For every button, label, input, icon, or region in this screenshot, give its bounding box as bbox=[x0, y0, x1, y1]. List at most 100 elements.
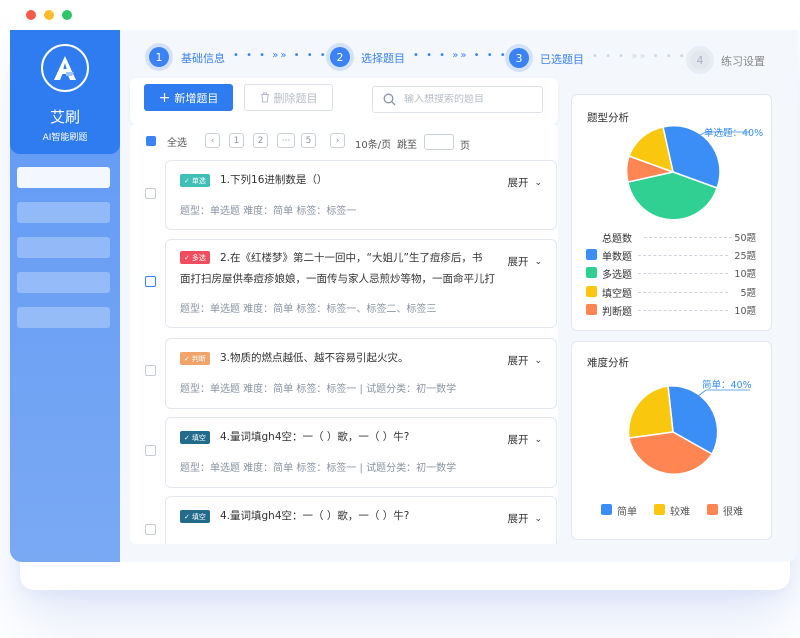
legend-value: 10题 bbox=[734, 269, 756, 280]
chevron-down-icon: ⌄ bbox=[534, 355, 542, 366]
maximize-window-dot[interactable] bbox=[62, 10, 72, 20]
expand-label: 展开 bbox=[507, 513, 529, 525]
expand-label: 展开 bbox=[507, 177, 529, 189]
minimize-window-dot[interactable] bbox=[44, 10, 54, 20]
expand-button[interactable]: 展开 ⌄ bbox=[507, 175, 542, 190]
tag-check-icon: ✓ bbox=[184, 433, 190, 442]
tag-label: 多选 bbox=[191, 253, 206, 262]
next-page-button[interactable]: › bbox=[330, 133, 345, 148]
question-title: 3.物质的燃点越低、越不容易引起火灾。 bbox=[220, 352, 409, 364]
legend-label: 多选题 bbox=[602, 270, 632, 281]
page-ellipsis-button[interactable]: ··· bbox=[277, 133, 295, 148]
tag-label: 填空 bbox=[191, 512, 206, 521]
question-2-checkbox[interactable] bbox=[145, 276, 156, 287]
legend-label: 填空题 bbox=[602, 289, 632, 300]
delete-question-button[interactable]: 删除题目 bbox=[244, 84, 333, 111]
type-callout-label: 单选题：40% bbox=[704, 128, 764, 139]
question-card-2[interactable]: ✓ 多选 2.在《红楼梦》第二十一回中，“大姐儿”生了痘疹后，书 面打扫房屋供奉痘… bbox=[165, 239, 557, 328]
search-input[interactable] bbox=[404, 94, 534, 105]
question-4-checkbox[interactable] bbox=[145, 445, 156, 456]
step-4-label[interactable]: 练习设置 bbox=[721, 53, 765, 69]
add-question-label: 新增题目 bbox=[174, 91, 219, 105]
pie-slice-hard bbox=[627, 385, 674, 439]
page-2-button[interactable]: 2 bbox=[253, 133, 268, 148]
question-type-tag: ✓ 多选 bbox=[180, 251, 210, 264]
type-total-row: 总题数 50题 bbox=[586, 230, 756, 245]
step-1-label[interactable]: 基础信息 bbox=[181, 50, 225, 66]
expand-button[interactable]: 展开 ⌄ bbox=[507, 353, 542, 368]
search-box bbox=[372, 86, 543, 113]
legend-value: 5题 bbox=[740, 288, 756, 299]
question-title-line-1: 2.在《红楼梦》第二十一回中，“大姐儿”生了痘疹后，书 bbox=[220, 252, 483, 264]
per-page-label[interactable]: 10条/页 bbox=[355, 136, 391, 151]
step-4-number[interactable]: 4 bbox=[690, 50, 710, 70]
question-card-3[interactable]: ✓ 判断 3.物质的燃点越低、越不容易引起火灾。 题型：单选题 难度：简单 标签：… bbox=[165, 338, 557, 409]
question-type-tag: ✓ 单选 bbox=[180, 174, 210, 187]
question-card-5[interactable]: ✓ 填空 4.量词填gh4空：一（ ）歌，一（ ）牛? 展开 ⌄ bbox=[165, 496, 557, 544]
step-connector-3: • • • »» • • • bbox=[592, 51, 687, 62]
legend-value: 10题 bbox=[734, 306, 756, 317]
legend-value: 25题 bbox=[734, 251, 756, 262]
question-card-1[interactable]: ✓ 单选 1.下列16进制数是（） 题型：单选题 难度：简单 标签：标签一 展开 ⌄ bbox=[165, 160, 557, 230]
expand-button[interactable]: 展开 ⌄ bbox=[507, 511, 542, 526]
prev-page-button[interactable]: ‹ bbox=[205, 133, 220, 148]
tag-label: 单选 bbox=[191, 176, 206, 185]
question-3-checkbox[interactable] bbox=[145, 365, 156, 376]
sidebar-item-3[interactable] bbox=[17, 237, 110, 258]
step-connector-1: • • • »» • • • bbox=[233, 50, 328, 61]
chevron-down-icon: ⌄ bbox=[534, 434, 542, 445]
dash-line bbox=[644, 237, 732, 238]
type-row-fill: 填空题 5题 bbox=[586, 285, 756, 300]
add-question-button[interactable]: + 新增题目 bbox=[144, 84, 233, 111]
page-1-button[interactable]: 1 bbox=[229, 133, 244, 148]
jump-page-input[interactable] bbox=[424, 134, 454, 150]
tag-check-icon: ✓ bbox=[184, 354, 190, 363]
difficulty-analysis-title: 难度分析 bbox=[587, 357, 629, 369]
sidebar-item-2[interactable] bbox=[17, 202, 110, 223]
type-row-judge: 判断题 10题 bbox=[586, 303, 756, 318]
page-5-button[interactable]: 5 bbox=[301, 133, 316, 148]
chevron-down-icon: ⌄ bbox=[534, 177, 542, 188]
step-3-number[interactable]: 3 bbox=[509, 48, 529, 68]
question-type-tag: ✓ 填空 bbox=[180, 510, 210, 523]
chevron-down-icon: ⌄ bbox=[534, 256, 542, 267]
step-3-label[interactable]: 已选题目 bbox=[540, 51, 584, 67]
sidebar-item-1[interactable] bbox=[17, 167, 110, 188]
delete-question-label: 删除题目 bbox=[273, 91, 318, 105]
step-2-label[interactable]: 选择题目 bbox=[361, 50, 405, 66]
sidebar-item-5[interactable] bbox=[17, 307, 110, 328]
question-1-checkbox[interactable] bbox=[145, 188, 156, 199]
question-title: 1.下列16进制数是（） bbox=[220, 174, 328, 186]
question-card-4[interactable]: ✓ 填空 4.量词填gh4空：一（ ）歌，一（ ）牛? 题型：单选题 难度：简单 … bbox=[165, 417, 557, 488]
step-2-number[interactable]: 2 bbox=[330, 47, 350, 67]
tag-label: 填空 bbox=[191, 433, 206, 442]
question-type-tag: ✓ 判断 bbox=[180, 352, 210, 365]
close-window-dot[interactable] bbox=[26, 10, 36, 20]
legend-label-easy: 简单 bbox=[617, 507, 637, 518]
tag-check-icon: ✓ bbox=[184, 176, 190, 185]
sidebar-brand: 艾刷 AI智能刷题 bbox=[10, 30, 120, 154]
expand-button[interactable]: 展开 ⌄ bbox=[507, 432, 542, 447]
expand-button[interactable]: 展开 ⌄ bbox=[507, 254, 542, 269]
legend-swatch bbox=[586, 267, 597, 278]
legend-label: 判断题 bbox=[602, 307, 632, 318]
type-row-single: 单数题 25题 bbox=[586, 248, 756, 263]
chevron-down-icon: ⌄ bbox=[534, 513, 542, 524]
legend-label-very-hard: 很难 bbox=[723, 507, 743, 518]
question-title: 4.量词填gh4空：一（ ）歌，一（ ）牛? bbox=[220, 510, 410, 522]
search-icon bbox=[383, 93, 396, 106]
chevron-left-icon: ‹ bbox=[210, 135, 215, 146]
dash-line bbox=[638, 273, 728, 274]
question-title-line-2: 面打扫房屋供奉痘疹娘娘，一面传与家人忌煎炒等物，一面命平儿打 bbox=[180, 273, 495, 285]
app-name: 艾刷 bbox=[49, 108, 80, 126]
sidebar-item-4[interactable] bbox=[17, 272, 110, 293]
select-all-checkbox[interactable] bbox=[146, 136, 156, 146]
legend-swatch-very-hard bbox=[707, 504, 718, 515]
trash-icon bbox=[260, 92, 269, 103]
app-logo-icon bbox=[41, 44, 89, 92]
select-all-label: 全选 bbox=[167, 138, 187, 149]
question-title: 4.量词填gh4空：一（ ）歌，一（ ）牛? bbox=[220, 431, 410, 443]
question-type-tag: ✓ 填空 bbox=[180, 431, 210, 444]
step-1-number[interactable]: 1 bbox=[149, 47, 169, 67]
question-5-checkbox[interactable] bbox=[145, 524, 156, 535]
